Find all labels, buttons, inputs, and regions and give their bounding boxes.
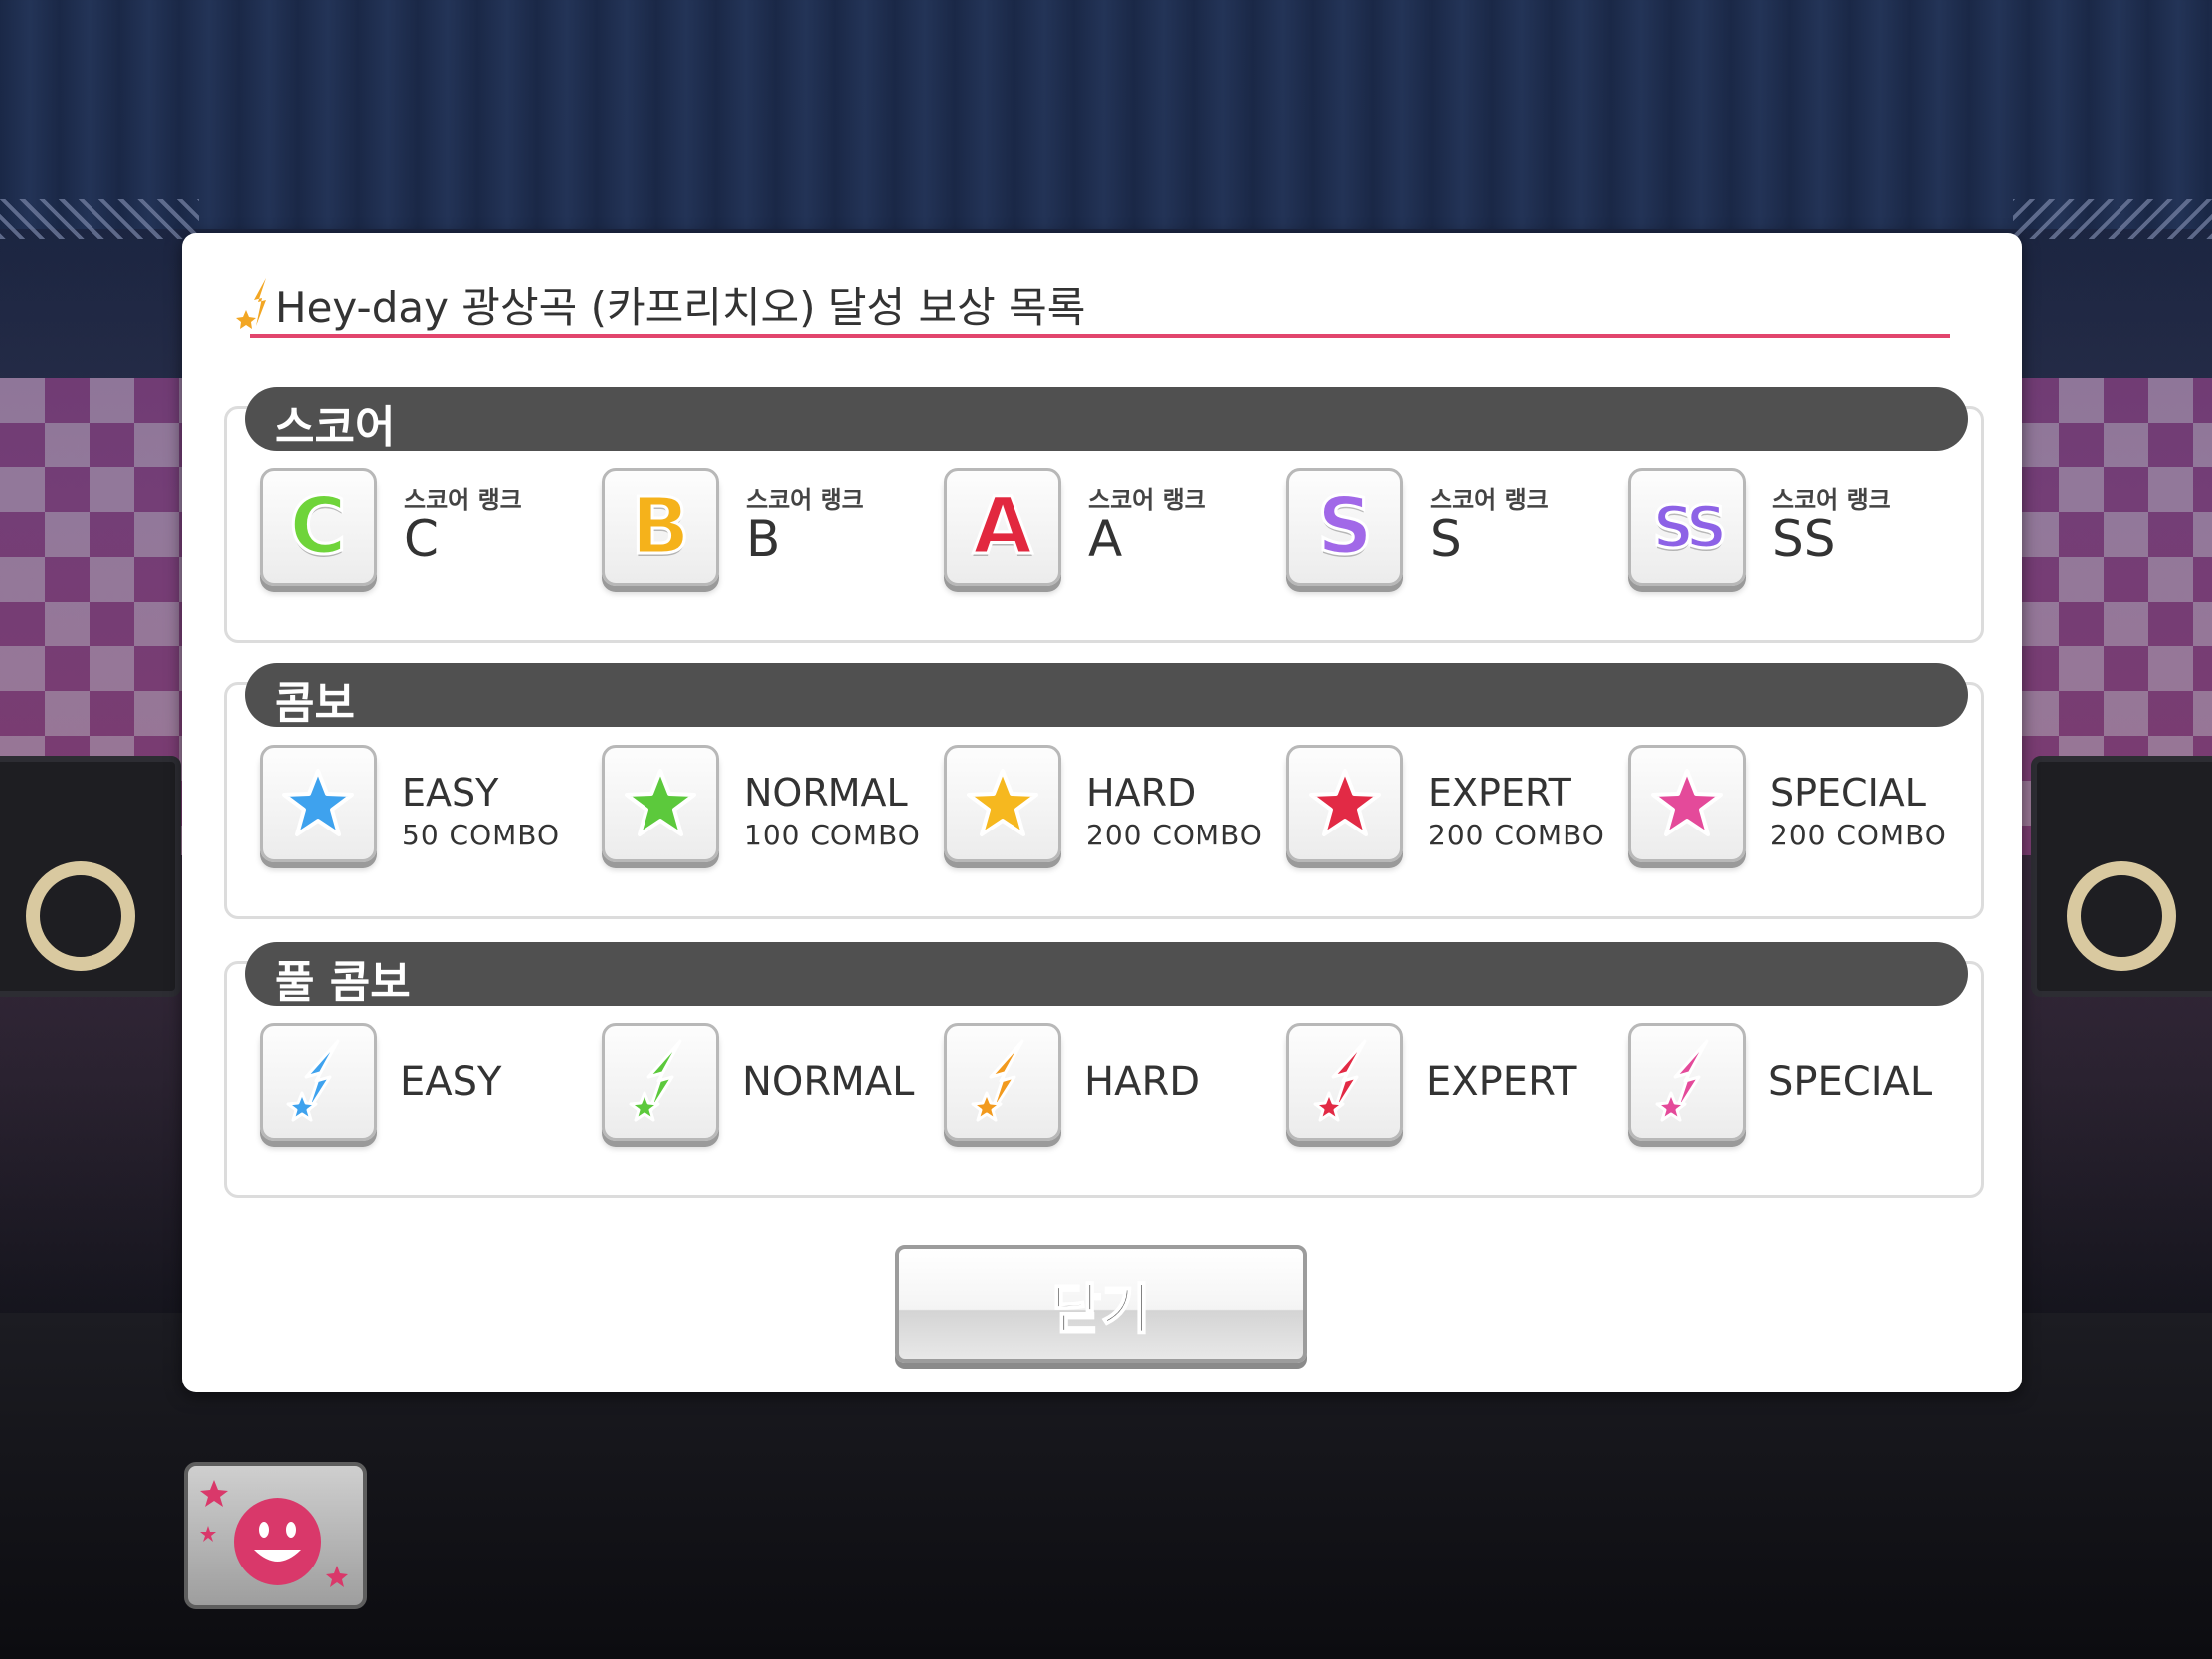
rank-c-icon: C (260, 468, 377, 586)
item-label: SPECIAL (1770, 771, 1926, 815)
item-label: HARD (1084, 1059, 1200, 1105)
rank-b-icon: B (602, 468, 719, 586)
combo-section: 콤보 EASY 50 COMBO NORMAL 100 COMBO HARD 2… (224, 663, 1984, 919)
rank-ss-icon: SS (1628, 468, 1746, 586)
combo-items: EASY 50 COMBO NORMAL 100 COMBO HARD 200 … (260, 745, 1970, 874)
item-combo-count: 100 COMBO (744, 819, 921, 851)
reward-item-full-combo-hard[interactable]: HARD (944, 1023, 1282, 1153)
item-label: C (404, 510, 439, 568)
reward-item-full-combo-easy[interactable]: EASY (260, 1023, 598, 1153)
item-label: SS (1772, 510, 1836, 568)
item-label: EASY (400, 1059, 502, 1105)
item-combo-count: 200 COMBO (1770, 819, 1947, 851)
item-label: NORMAL (744, 771, 908, 815)
item-label: NORMAL (742, 1059, 915, 1105)
section-header-label: 풀 콤보 (275, 957, 411, 1008)
pink-shooting-star-icon (1628, 1023, 1746, 1141)
section-header: 스코어 (245, 387, 1968, 453)
close-button[interactable]: 닫기 (895, 1245, 1307, 1363)
item-label: EXPERT (1426, 1059, 1577, 1105)
section-header-label: 스코어 (275, 402, 396, 453)
reward-item-combo-normal[interactable]: NORMAL 100 COMBO (602, 745, 940, 874)
item-combo-count: 200 COMBO (1086, 819, 1263, 851)
smiley-mascot-icon (200, 1480, 348, 1587)
reward-item-combo-expert[interactable]: EXPERT 200 COMBO (1286, 745, 1624, 874)
item-label: S (1430, 510, 1462, 568)
section-header: 콤보 (245, 663, 1968, 729)
blue-star-icon (260, 745, 377, 862)
reward-item-rank-c[interactable]: C 스코어 랭크 C (260, 468, 598, 598)
item-label: EXPERT (1428, 771, 1571, 815)
yellow-star-icon (944, 745, 1061, 862)
reward-item-full-combo-special[interactable]: SPECIAL (1628, 1023, 1966, 1153)
red-shooting-star-icon (1286, 1023, 1403, 1141)
stage-truss-right (2013, 199, 2212, 239)
reward-item-rank-b[interactable]: B 스코어 랭크 B (602, 468, 940, 598)
speaker-left (0, 756, 181, 997)
green-star-icon (602, 745, 719, 862)
dialog-title: Hey-day 광상곡 (카프리치오) 달성 보상 목록 (276, 283, 1086, 332)
reward-list-dialog: Hey-day 광상곡 (카프리치오) 달성 보상 목록 스코어 C 스코어 랭… (182, 233, 2022, 1392)
reward-item-rank-a[interactable]: A 스코어 랭크 A (944, 468, 1282, 598)
reward-item-full-combo-expert[interactable]: EXPERT (1286, 1023, 1624, 1153)
blue-shooting-star-icon (260, 1023, 377, 1141)
full-combo-section: 풀 콤보 EASY NORMAL HARD EXPERT SPECIAL (224, 942, 1984, 1198)
item-label: EASY (402, 771, 499, 815)
pink-star-icon (1628, 745, 1746, 862)
stage-truss-left (0, 199, 199, 239)
section-header: 풀 콤보 (245, 942, 1968, 1008)
rank-s-icon: S (1286, 468, 1403, 586)
close-button-label: 닫기 (1050, 1277, 1151, 1342)
reward-item-combo-hard[interactable]: HARD 200 COMBO (944, 745, 1282, 874)
reward-item-rank-ss[interactable]: SS 스코어 랭크 SS (1628, 468, 1966, 598)
reward-item-combo-special[interactable]: SPECIAL 200 COMBO (1628, 745, 1966, 874)
green-shooting-star-icon (602, 1023, 719, 1141)
mascot-button[interactable] (184, 1462, 367, 1609)
dialog-title-bar: Hey-day 광상곡 (카프리치오) 달성 보상 목록 (236, 269, 1950, 338)
item-combo-count: 200 COMBO (1428, 819, 1605, 851)
item-label: SPECIAL (1768, 1059, 1933, 1105)
item-label: B (746, 510, 781, 568)
score-section: 스코어 C 스코어 랭크 C B 스코어 랭크 B A 스코어 랭크 A S 스… (224, 387, 1984, 643)
reward-item-rank-s[interactable]: S 스코어 랭크 S (1286, 468, 1624, 598)
item-combo-count: 50 COMBO (402, 819, 561, 851)
score-items: C 스코어 랭크 C B 스코어 랭크 B A 스코어 랭크 A S 스코어 랭… (260, 468, 1970, 598)
item-label: A (1088, 510, 1123, 568)
rank-a-icon: A (944, 468, 1061, 586)
reward-item-full-combo-normal[interactable]: NORMAL (602, 1023, 940, 1153)
stage-curtain (0, 0, 2212, 229)
orange-shooting-star-icon (944, 1023, 1061, 1141)
red-star-icon (1286, 745, 1403, 862)
reward-item-combo-easy[interactable]: EASY 50 COMBO (260, 745, 598, 874)
full-combo-items: EASY NORMAL HARD EXPERT SPECIAL (260, 1023, 1970, 1153)
section-header-label: 콤보 (275, 678, 355, 729)
speaker-right (2031, 756, 2212, 997)
item-label: HARD (1086, 771, 1197, 815)
